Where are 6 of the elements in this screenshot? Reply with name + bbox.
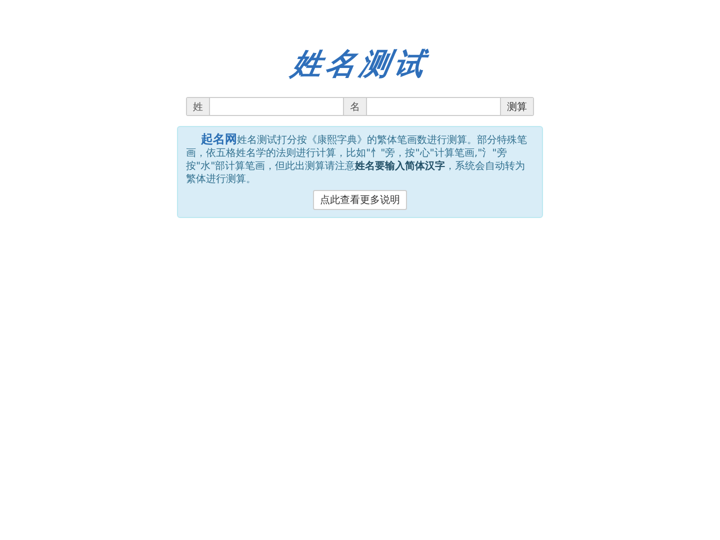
surname-label: 姓 xyxy=(187,98,210,115)
logo-title: 姓名测试 xyxy=(288,46,432,84)
calculate-button[interactable]: 测算 xyxy=(500,98,533,115)
given-name-label: 名 xyxy=(343,98,367,115)
notice-text: 起名网姓名测试打分按《康熙字典》的繁体笔画数进行测算。部分特殊笔画，依五格姓名学的法则进行计算，比如"忄"旁，按"心"计算笔画,"氵"旁按"水"部计算笔画，但此出测算请注意姓名要输入简体汉字，系统会自动转为繁体进行测算。 xyxy=(186,133,528,186)
more-info-button[interactable]: 点此查看更多说明 xyxy=(313,190,407,210)
